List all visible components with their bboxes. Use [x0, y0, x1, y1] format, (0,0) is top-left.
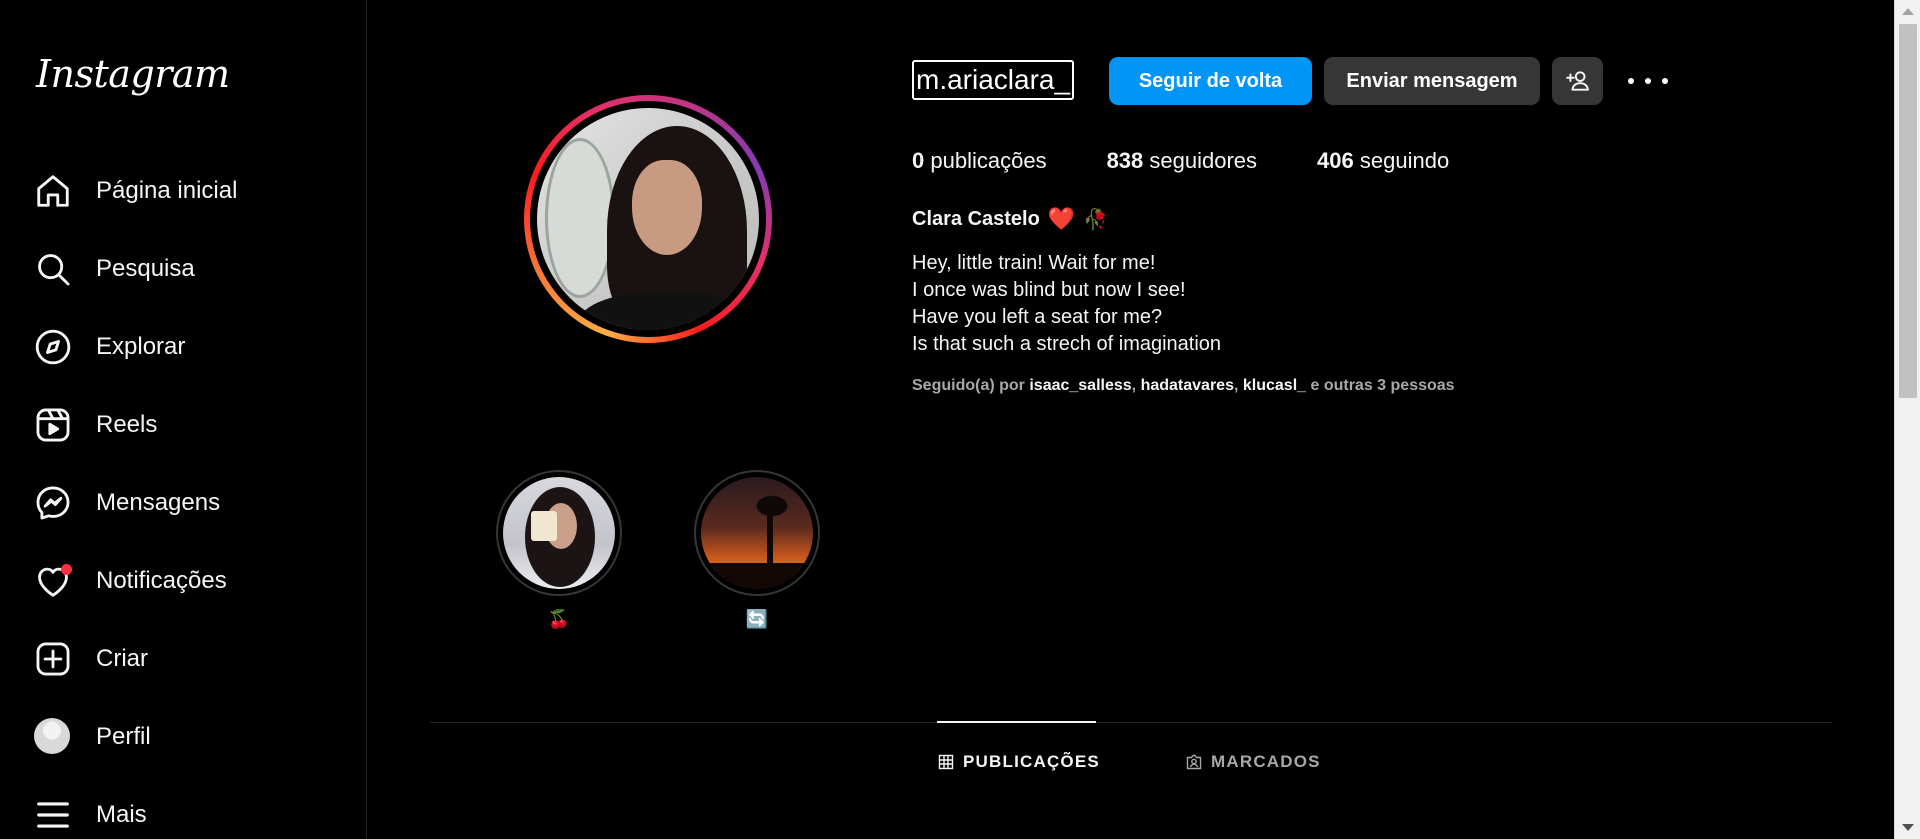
- sidebar-item-search[interactable]: Pesquisa: [0, 230, 367, 308]
- active-tab-indicator: [937, 721, 1096, 723]
- sidebar-item-label: Mensagens: [96, 489, 221, 516]
- reels-icon: [34, 406, 72, 444]
- more-options-button[interactable]: [1628, 66, 1668, 96]
- followers-stat[interactable]: 838 seguidores: [1107, 148, 1257, 174]
- bio-line: Is that such a strech of imagination: [912, 333, 1222, 355]
- sidebar-item-more[interactable]: Mais: [0, 776, 367, 839]
- bio-line: Hey, little train! Wait for me!: [912, 252, 1156, 274]
- bio-line: Have you left a seat for me?: [912, 306, 1163, 328]
- sidebar-item-reels[interactable]: Reels: [0, 386, 367, 464]
- messenger-icon: [34, 484, 72, 522]
- following-stat[interactable]: 406 seguindo: [1317, 148, 1449, 174]
- profile-avatar: [537, 108, 759, 330]
- sidebar-item-label: Página inicial: [96, 177, 238, 204]
- followers-count: 838: [1106, 148, 1144, 173]
- sidebar-item-home[interactable]: Página inicial: [0, 152, 367, 230]
- avatar-photo-mirror: [545, 138, 615, 298]
- profile-username[interactable]: m.ariaclara_: [912, 60, 1075, 100]
- tagged-icon: [1186, 754, 1202, 770]
- sidebar-item-label: Pesquisa: [96, 255, 195, 282]
- instagram-profile-page: Instagram Página inicial Pesquisa Explor…: [0, 0, 1920, 839]
- heart-emoji: ❤️: [1047, 206, 1076, 231]
- compass-icon: [34, 328, 72, 366]
- scrollbar-thumb[interactable]: [1899, 24, 1917, 398]
- sidebar-item-messages[interactable]: Mensagens: [0, 464, 367, 542]
- home-icon: [34, 172, 72, 210]
- sidebar-item-profile[interactable]: Perfil: [0, 698, 367, 776]
- menu-icon: [34, 796, 72, 834]
- sidebar-item-label: Perfil: [96, 723, 151, 750]
- search-icon: [34, 250, 72, 288]
- more-dot: [1628, 78, 1634, 84]
- followed-by-user[interactable]: isaac_salless: [1029, 377, 1131, 394]
- posts-stat: 0 publicações: [912, 148, 1047, 174]
- heart-icon: [34, 562, 72, 600]
- highlight-cover: [503, 477, 615, 589]
- followed-by-prefix: Seguido(a) por: [912, 377, 1025, 394]
- story-highlight[interactable]: 🔄: [694, 470, 820, 630]
- followed-by-user[interactable]: klucasl_: [1243, 377, 1306, 394]
- tab-tagged[interactable]: MARCADOS: [1186, 752, 1321, 772]
- profile-bio: Hey, little train! Wait for me! I once w…: [912, 250, 1221, 358]
- more-dot: [1662, 78, 1668, 84]
- profile-full-name: Clara Castelo ❤️ 🥀: [912, 206, 1108, 232]
- sidebar-item-explore[interactable]: Explorar: [0, 308, 367, 386]
- followed-by[interactable]: Seguido(a) por isaac_salless, hadatavare…: [912, 377, 1455, 395]
- following-count: 406: [1317, 148, 1354, 173]
- highlight-photo-card: [531, 511, 557, 541]
- sidebar-item-create[interactable]: Criar: [0, 620, 367, 698]
- sidebar-item-label: Explorar: [96, 333, 186, 360]
- profile-avatar-story-ring[interactable]: [524, 95, 772, 343]
- scroll-down-arrow-icon[interactable]: [1902, 824, 1914, 831]
- sidebar-item-label: Criar: [96, 645, 148, 672]
- story-highlight[interactable]: 🍒: [496, 470, 622, 630]
- sidebar-item-label: Mais: [96, 801, 147, 828]
- following-label: seguindo: [1359, 148, 1450, 173]
- sidebar: Instagram Página inicial Pesquisa Explor…: [0, 0, 367, 839]
- followed-by-user[interactable]: hadatavares: [1141, 377, 1234, 394]
- sidebar-item-notifications[interactable]: Notificações: [0, 542, 367, 620]
- avatar: [34, 718, 70, 754]
- page-scrollbar[interactable]: [1894, 0, 1920, 839]
- instagram-logo[interactable]: Instagram: [36, 52, 230, 96]
- add-user-icon: [1565, 71, 1589, 91]
- highlight-cover-ring[interactable]: [496, 470, 622, 596]
- profile-icon: [34, 718, 72, 756]
- grid-icon: [938, 754, 954, 770]
- sidebar-item-label: Notificações: [96, 567, 227, 594]
- plus-square-icon: [34, 640, 72, 678]
- notification-dot: [61, 564, 72, 575]
- scroll-up-arrow-icon[interactable]: [1902, 8, 1914, 15]
- followers-label: seguidores: [1149, 148, 1258, 173]
- highlight-cover: [701, 477, 813, 589]
- highlight-cover-ring[interactable]: [694, 470, 820, 596]
- sidebar-item-label: Reels: [96, 411, 158, 438]
- tab-posts[interactable]: PUBLICAÇÕES: [938, 752, 1100, 772]
- tabs-divider: [430, 722, 1832, 723]
- highlight-photo-ground: [701, 563, 813, 589]
- avatar-photo-face: [632, 160, 702, 255]
- send-message-button[interactable]: Enviar mensagem: [1324, 57, 1540, 105]
- wilted-rose-emoji: 🥀: [1083, 208, 1109, 231]
- highlight-label: 🍒: [547, 609, 571, 629]
- posts-label: publicações: [930, 148, 1047, 173]
- tab-label: PUBLICAÇÕES: [963, 752, 1100, 771]
- tab-label: MARCADOS: [1211, 752, 1321, 771]
- bio-line: I once was blind but now I see!: [912, 279, 1186, 301]
- suggest-users-button[interactable]: [1552, 57, 1603, 105]
- profile-stats: 0 publicações 838 seguidores 406 seguind…: [912, 148, 1509, 174]
- followed-by-suffix: e outras 3 pessoas: [1310, 377, 1455, 394]
- follow-back-button[interactable]: Seguir de volta: [1109, 57, 1312, 105]
- posts-count: 0: [912, 148, 925, 173]
- more-dot: [1645, 78, 1651, 84]
- avatar-frame: [530, 101, 766, 337]
- highlight-label: 🔄: [745, 609, 769, 629]
- full-name-text: Clara Castelo: [912, 207, 1040, 230]
- sidebar-nav: Página inicial Pesquisa Explorar Reels M…: [0, 152, 367, 839]
